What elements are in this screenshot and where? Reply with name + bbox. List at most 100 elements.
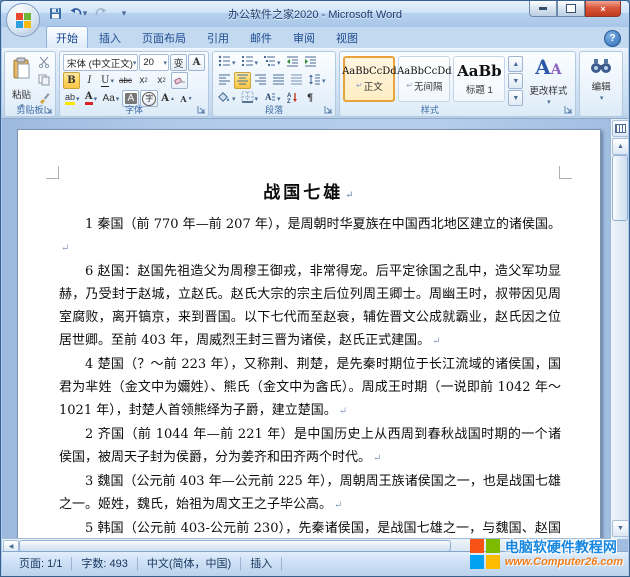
highlight-dropdown-arrow[interactable]: ▾ (76, 95, 80, 103)
style-normal[interactable]: AaBbCcDd ↵ 正文 (342, 56, 397, 102)
grow-arrow-icon: ▲ (170, 95, 175, 102)
clipboard-dialog-launcher[interactable] (44, 105, 53, 114)
editing-button[interactable]: 编辑 ▾ (586, 54, 616, 103)
office-logo-icon (15, 12, 31, 28)
paragraph-qin[interactable]: 1 秦国（前 770 年—前 207 年），是周朝时华夏族在中国西北地区建立的诸… (59, 213, 561, 260)
style-no-spacing[interactable]: AaBbCcDd ↵ 无间隔 (397, 56, 452, 102)
change-case-dropdown-arrow[interactable]: ▾ (116, 95, 120, 103)
status-word-count[interactable]: 字数: 493 (72, 557, 138, 571)
distribute-button[interactable] (288, 72, 305, 89)
line-spacing-dropdown-arrow[interactable]: ▾ (322, 77, 326, 85)
editing-group: 编辑 ▾ (579, 51, 623, 117)
increase-indent-button[interactable] (302, 54, 319, 71)
asian-layout-dropdown-arrow[interactable]: ▾ (277, 95, 281, 103)
tab-references[interactable]: 引用 (197, 26, 239, 48)
font-dialog-launcher[interactable] (197, 105, 206, 114)
decrease-indent-button[interactable] (284, 54, 301, 71)
tab-insert[interactable]: 插入 (89, 26, 131, 48)
paste-button[interactable]: 粘贴 ▾ (8, 54, 35, 110)
multilevel-list-icon (263, 55, 276, 70)
line-spacing-button[interactable]: ▾ (306, 72, 328, 89)
align-left-button[interactable] (216, 72, 233, 89)
numbering-button[interactable]: ▾ (239, 54, 261, 71)
vertical-scrollbar[interactable]: ▲ ▼ (610, 119, 628, 539)
bullets-button[interactable]: ▾ (216, 54, 238, 71)
word-window: ▾ ▾ 办公软件之家2020 - Microsoft Word × 开始 插入 … (0, 0, 630, 577)
styles-scroll-down-button[interactable]: ▼ (508, 73, 524, 89)
character-shading-icon: A (124, 93, 137, 104)
tab-view[interactable]: 视图 (326, 26, 368, 48)
tab-review[interactable]: 审阅 (283, 26, 325, 48)
increase-indent-icon (304, 55, 317, 70)
font-color-dropdown-arrow[interactable]: ▾ (94, 94, 98, 103)
ruler-toggle-button[interactable] (612, 120, 628, 137)
paragraph-dialog-launcher[interactable] (324, 105, 333, 114)
grow-font-icon: A (161, 93, 170, 104)
center-button[interactable] (234, 72, 251, 89)
paragraph-qi[interactable]: 2 齐国（前 1044 年—前 221 年）是中国历史上从西周到春秋战国时期的一… (59, 423, 561, 470)
shading-dropdown-arrow[interactable]: ▾ (232, 95, 236, 103)
editing-dropdown-arrow[interactable]: ▾ (600, 94, 604, 102)
bold-button[interactable]: B (63, 72, 80, 89)
window-controls: × (529, 1, 621, 17)
borders-dropdown-arrow[interactable]: ▾ (255, 95, 259, 103)
tab-home[interactable]: 开始 (46, 26, 88, 48)
office-button[interactable] (6, 3, 40, 37)
bold-icon: B (67, 75, 76, 86)
align-right-button[interactable] (252, 72, 269, 89)
styles-scroll-up-button[interactable]: ▲ (508, 56, 524, 72)
pilcrow-icon: ¶ (306, 93, 314, 104)
underline-button[interactable]: U ▾ (99, 72, 116, 89)
tab-page-layout[interactable]: 页面布局 (132, 26, 196, 48)
style-name: 无间隔 (413, 81, 443, 93)
scroll-up-button[interactable]: ▲ (612, 138, 628, 155)
distribute-icon (290, 74, 303, 88)
multilevel-dropdown-arrow[interactable]: ▾ (277, 59, 281, 67)
subscript-digit: 2 (144, 77, 148, 84)
title-bar[interactable]: ▾ ▾ 办公软件之家2020 - Microsoft Word × (1, 1, 629, 37)
subscript-button[interactable]: x2 (135, 72, 152, 89)
paragraph-zhao[interactable]: 6 赵国：赵国先祖造父为周穆王御戎，非常得宠。后平定徐国之乱中，造父军功显赫，乃… (59, 260, 561, 353)
change-styles-button[interactable]: AA 更改样式 ▾ (525, 54, 571, 109)
style-preview: AaBb (457, 62, 502, 80)
vertical-scroll-thumb[interactable] (612, 155, 628, 221)
clipboard-group: 粘贴 ▾ 剪贴板 (4, 51, 56, 117)
help-button[interactable]: ? (604, 30, 621, 47)
ribbon-groups: 粘贴 ▾ 剪贴板 宋体 (中文正文) ▾ 20 ▾ 变 A B I U ▾ ab… (2, 48, 628, 119)
superscript-button[interactable]: x2 (153, 72, 170, 89)
copy-button[interactable] (35, 73, 52, 90)
paragraph-wei[interactable]: 3 魏国（公元前 403 年—公元前 225 年），周朝周王族诸侯国之一，也是战… (59, 470, 561, 517)
status-page-count[interactable]: 页面: 1/1 (10, 557, 73, 571)
font-group-label: 字体 (124, 105, 143, 115)
style-name: 标题 1 (465, 85, 493, 96)
styles-dialog-launcher[interactable] (564, 105, 573, 114)
tab-mailings[interactable]: 邮件 (240, 26, 282, 48)
multilevel-list-button[interactable]: ▾ (261, 54, 283, 71)
status-insert-mode[interactable]: 插入 (241, 557, 283, 571)
minimize-button[interactable] (529, 1, 557, 17)
document-page[interactable]: 战国七雄 ↵ 1 秦国（前 770 年—前 207 年），是周朝时华夏族在中国西北… (17, 129, 601, 552)
justify-button[interactable] (270, 72, 287, 89)
scroll-down-button[interactable]: ▼ (612, 520, 628, 537)
document-text[interactable]: 战国七雄 ↵ 1 秦国（前 770 年—前 207 年），是周朝时华夏族在中国西北… (59, 180, 561, 552)
font-size-combo[interactable]: 20 ▾ (139, 54, 169, 71)
change-styles-dropdown-arrow[interactable]: ▾ (547, 98, 551, 106)
style-heading1[interactable]: AaBb 标题 1 (453, 56, 506, 102)
character-border-button[interactable]: A (188, 54, 205, 71)
font-name-combo[interactable]: 宋体 (中文正文) ▾ (63, 54, 139, 71)
paragraph-mark-icon: ↵ (373, 453, 382, 464)
bullets-dropdown-arrow[interactable]: ▾ (232, 59, 236, 67)
close-button[interactable]: × (585, 1, 621, 17)
document-title[interactable]: 战国七雄 ↵ (59, 180, 561, 209)
italic-button[interactable]: I (81, 72, 98, 89)
underline-dropdown-arrow[interactable]: ▾ (110, 76, 114, 85)
restore-button[interactable] (557, 1, 585, 17)
paragraph-chu[interactable]: 4 楚国（？～前 223 年），又称荆、荆楚，是先秦时期位于长江流域的诸侯国，国… (59, 353, 561, 423)
cut-button[interactable] (35, 55, 52, 72)
strikethrough-button[interactable]: abc (117, 72, 134, 89)
status-language[interactable]: 中文(简体，中国) (138, 557, 242, 571)
clear-formatting-button[interactable] (171, 72, 188, 89)
underline-icon: U (101, 74, 110, 87)
numbering-dropdown-arrow[interactable]: ▾ (255, 59, 259, 67)
phonetic-guide-button[interactable]: 变 (170, 54, 187, 71)
